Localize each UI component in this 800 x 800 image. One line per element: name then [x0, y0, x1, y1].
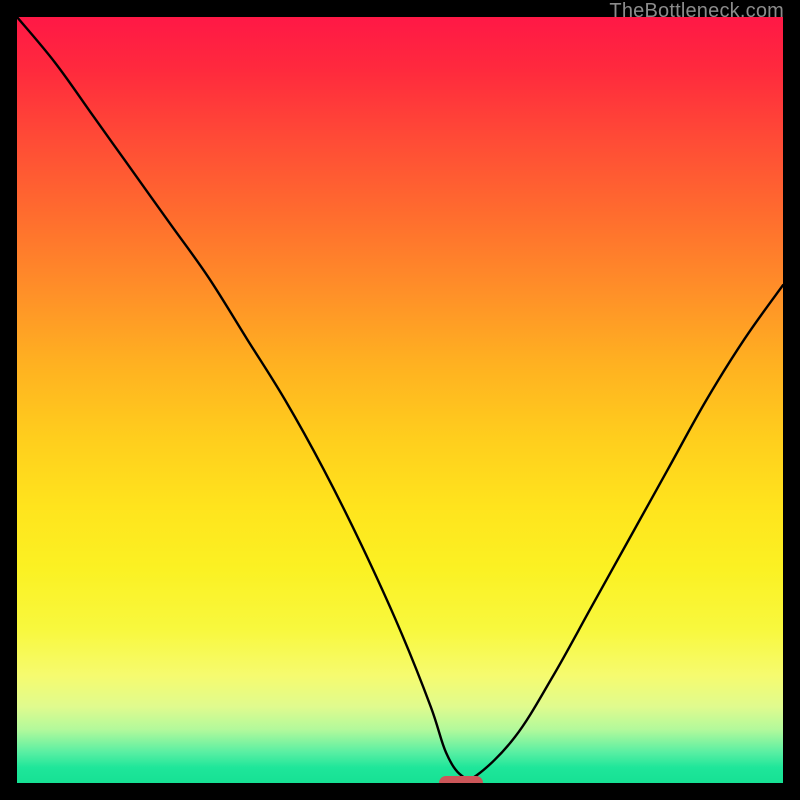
chart-frame: TheBottleneck.com — [0, 0, 800, 800]
bottleneck-curve — [17, 17, 783, 783]
curve-path — [17, 17, 783, 780]
plot-area — [17, 17, 783, 783]
optimal-marker — [439, 776, 483, 783]
watermark-text: TheBottleneck.com — [609, 0, 784, 23]
